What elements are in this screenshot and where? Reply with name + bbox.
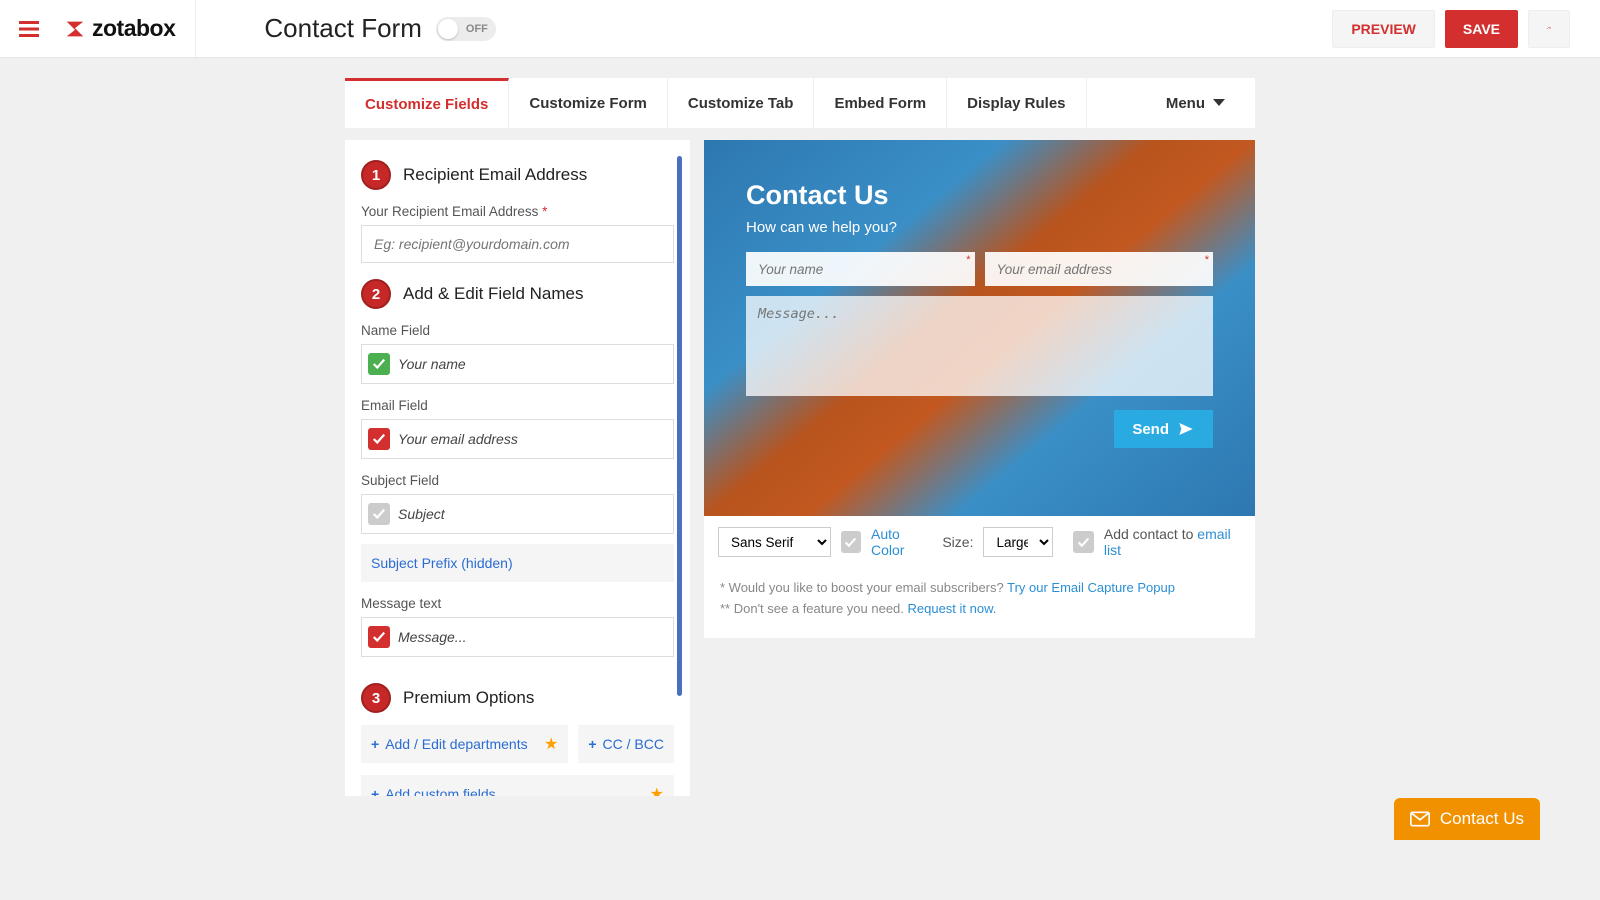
tab-embed-form[interactable]: Embed Form bbox=[814, 78, 947, 128]
tabs: Customize Fields Customize Form Customiz… bbox=[345, 78, 1255, 128]
preview-subtitle: How can we help you? bbox=[746, 219, 1255, 236]
enable-toggle[interactable]: OFF bbox=[436, 17, 496, 41]
step-num-3: 3 bbox=[361, 683, 391, 713]
add-contact-checkbox[interactable] bbox=[1073, 531, 1093, 553]
auto-color-label[interactable]: Auto Color bbox=[871, 526, 932, 558]
request-feature-link[interactable]: Request it now. bbox=[908, 601, 997, 616]
dept-label: Add / Edit departments bbox=[385, 736, 527, 752]
step-num-1: 1 bbox=[361, 160, 391, 190]
preview-title: Contact Us bbox=[746, 180, 1255, 211]
footer-notes: * Would you like to boost your email sub… bbox=[704, 568, 1255, 638]
email-field-label: Email Field bbox=[361, 398, 674, 413]
auto-color-checkbox[interactable] bbox=[841, 531, 861, 553]
step-1: 1 Recipient Email Address bbox=[361, 160, 674, 190]
form-preview: Contact Us How can we help you? * * Send bbox=[704, 140, 1255, 516]
name-field-row[interactable]: Your name bbox=[361, 344, 674, 384]
fab-label: Contact Us bbox=[1440, 809, 1524, 829]
tab-customize-tab[interactable]: Customize Tab bbox=[668, 78, 815, 128]
plus-icon: + bbox=[588, 736, 596, 752]
name-field-value: Your name bbox=[398, 356, 466, 372]
send-label: Send bbox=[1132, 421, 1169, 438]
subject-field-checkbox[interactable] bbox=[368, 503, 390, 525]
tab-menu[interactable]: Menu bbox=[1146, 78, 1255, 128]
step-2: 2 Add & Edit Field Names bbox=[361, 279, 674, 309]
menu-label: Menu bbox=[1166, 95, 1205, 112]
cc-bcc-button[interactable]: + CC / BCC bbox=[578, 725, 674, 763]
font-select[interactable]: Sans Serif bbox=[718, 527, 831, 557]
message-field-row[interactable]: Message... bbox=[361, 617, 674, 657]
plus-icon: + bbox=[371, 786, 379, 796]
preview-send-button[interactable]: Send bbox=[1114, 410, 1213, 448]
name-field-label: Name Field bbox=[361, 323, 674, 338]
star-icon: ★ bbox=[544, 734, 558, 754]
step-3-title: Premium Options bbox=[403, 688, 534, 708]
tab-customize-form[interactable]: Customize Form bbox=[509, 78, 668, 128]
message-field-label: Message text bbox=[361, 596, 674, 611]
plus-icon: + bbox=[371, 736, 379, 752]
save-button[interactable]: SAVE bbox=[1445, 10, 1518, 48]
custom-label: Add custom fields bbox=[385, 786, 496, 796]
hamburger-menu-icon[interactable] bbox=[0, 21, 58, 37]
tab-display-rules[interactable]: Display Rules bbox=[947, 78, 1086, 128]
contact-us-fab[interactable]: Contact Us bbox=[1394, 798, 1540, 840]
top-bar: zotabox Contact Form OFF PREVIEW SAVE bbox=[0, 0, 1600, 58]
top-actions: PREVIEW SAVE bbox=[1332, 10, 1600, 48]
refresh-icon bbox=[1547, 20, 1551, 38]
chevron-down-icon bbox=[1213, 99, 1225, 107]
subject-field-row[interactable]: Subject bbox=[361, 494, 674, 534]
email-capture-link[interactable]: Try our Email Capture Popup bbox=[1007, 580, 1175, 595]
recipient-label: Your Recipient Email Address * bbox=[361, 204, 674, 219]
subject-field-value: Subject bbox=[398, 506, 445, 522]
size-label: Size: bbox=[942, 534, 973, 550]
mail-icon bbox=[1410, 811, 1430, 827]
logo-icon bbox=[64, 18, 86, 40]
add-contact-text: Add contact to email list bbox=[1104, 526, 1241, 558]
preview-message-textarea[interactable] bbox=[746, 296, 1213, 396]
email-field-checkbox[interactable] bbox=[368, 428, 390, 450]
step-3: 3 Premium Options bbox=[361, 683, 674, 713]
toggle-label: OFF bbox=[466, 23, 488, 35]
email-field-value: Your email address bbox=[398, 431, 518, 447]
size-select[interactable]: Large bbox=[983, 527, 1053, 557]
page-title: Contact Form bbox=[264, 13, 422, 44]
preview-button[interactable]: PREVIEW bbox=[1332, 10, 1435, 48]
message-field-value: Message... bbox=[398, 629, 466, 645]
email-field-row[interactable]: Your email address bbox=[361, 419, 674, 459]
paper-plane-icon bbox=[1177, 421, 1195, 437]
ccbcc-label: CC / BCC bbox=[603, 736, 664, 752]
customize-panel: 1 Recipient Email Address Your Recipient… bbox=[345, 140, 690, 796]
preview-panel: Contact Us How can we help you? * * Send… bbox=[704, 140, 1255, 796]
refresh-button[interactable] bbox=[1528, 10, 1570, 48]
message-field-checkbox[interactable] bbox=[368, 626, 390, 648]
add-custom-fields-button[interactable]: + Add custom fields ★ bbox=[361, 775, 674, 796]
preview-options-bar: Sans Serif Auto Color Size: Large Add co… bbox=[704, 516, 1255, 568]
logo[interactable]: zotabox bbox=[58, 0, 196, 57]
name-field-checkbox[interactable] bbox=[368, 353, 390, 375]
star-icon: ★ bbox=[650, 784, 664, 796]
step-2-title: Add & Edit Field Names bbox=[403, 284, 583, 304]
preview-name-input[interactable] bbox=[746, 252, 975, 286]
step-1-title: Recipient Email Address bbox=[403, 165, 587, 185]
subject-field-label: Subject Field bbox=[361, 473, 674, 488]
add-departments-button[interactable]: + Add / Edit departments ★ bbox=[361, 725, 568, 763]
recipient-email-input[interactable] bbox=[361, 225, 674, 263]
logo-text: zotabox bbox=[92, 15, 175, 42]
tab-customize-fields[interactable]: Customize Fields bbox=[345, 78, 509, 128]
preview-email-input[interactable] bbox=[985, 252, 1214, 286]
subject-prefix-link[interactable]: Subject Prefix (hidden) bbox=[361, 544, 674, 582]
step-num-2: 2 bbox=[361, 279, 391, 309]
